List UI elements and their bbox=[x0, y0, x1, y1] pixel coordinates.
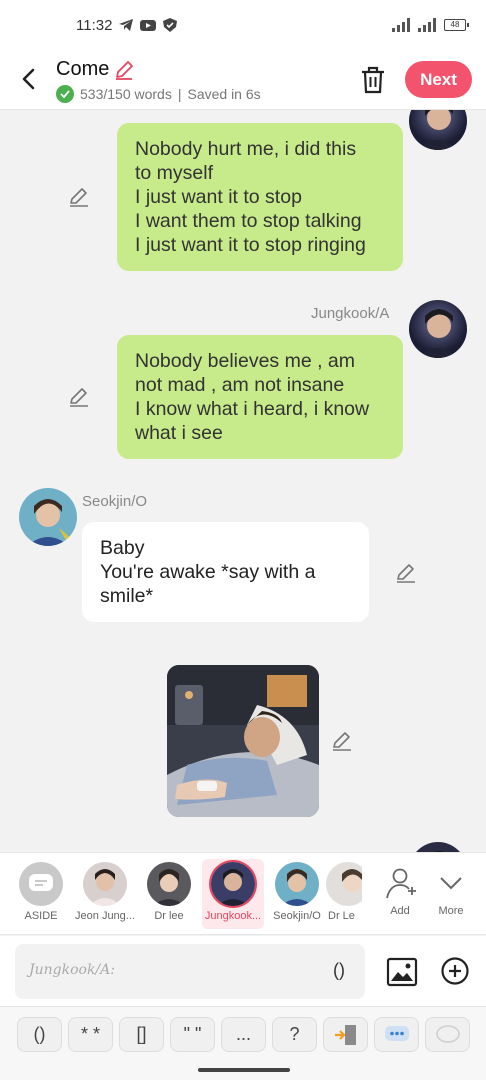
speaker-name: Seokjin/O bbox=[82, 493, 148, 510]
character-avatar bbox=[147, 862, 191, 906]
paren-button[interactable]: () bbox=[333, 960, 345, 981]
character-name: Jeon Jung... bbox=[75, 910, 135, 922]
character-name: Jungkook... bbox=[204, 910, 262, 922]
message-line: I just want it to stop bbox=[135, 186, 302, 208]
shortcut-brackets[interactable]: [] bbox=[119, 1017, 164, 1052]
word-count: 533/150 words bbox=[80, 86, 172, 102]
edit-pencil-icon[interactable] bbox=[68, 186, 90, 208]
image-icon[interactable] bbox=[386, 956, 418, 988]
character-jungkook-a[interactable]: Jungkook... bbox=[202, 859, 264, 929]
thought-bubble-icon bbox=[435, 1025, 460, 1043]
character-selector: ASIDE Jeon Jung... Dr lee Jungkook... Se… bbox=[0, 852, 486, 935]
chat-area[interactable]: Nobody hurt me, i did this to myself I j… bbox=[0, 110, 486, 852]
message-line: I know what i heard, i know bbox=[135, 398, 370, 420]
shortcut-asterisks[interactable]: * * bbox=[68, 1017, 113, 1052]
message-line: Nobody believes me , am bbox=[135, 350, 356, 372]
add-circle-icon[interactable] bbox=[440, 956, 470, 986]
chevron-down-icon bbox=[440, 877, 462, 890]
speech-dots-icon bbox=[384, 1026, 409, 1041]
character-seokjin-o[interactable]: Seokjin/O bbox=[266, 859, 328, 929]
character-avatar bbox=[275, 862, 319, 906]
signal-icon-2 bbox=[418, 18, 436, 32]
more-characters-button[interactable]: More bbox=[420, 859, 482, 929]
status-time: 11:32 bbox=[76, 16, 113, 34]
status-bar: 11:32 48 bbox=[0, 0, 486, 50]
message-bubble[interactable]: Nobody hurt me, i did this to myself I j… bbox=[117, 123, 403, 271]
character-dr-lee-2[interactable]: Dr Le bbox=[322, 859, 362, 929]
avatar-jungkook[interactable] bbox=[409, 300, 467, 358]
check-icon bbox=[56, 85, 74, 103]
shortcut-question[interactable]: ? bbox=[272, 1017, 317, 1052]
message-line: I want them to stop talking bbox=[135, 210, 362, 232]
speaker-name: Jungkook/A bbox=[311, 305, 390, 322]
edit-pencil-icon[interactable] bbox=[395, 562, 417, 584]
character-avatar bbox=[83, 862, 127, 906]
edit-pencil-icon[interactable] bbox=[68, 386, 90, 408]
message-line: I just want it to stop ringing bbox=[135, 234, 366, 256]
character-name: Dr lee bbox=[154, 910, 184, 922]
message-bubble[interactable]: Nobody believes me , am not mad , am not… bbox=[117, 335, 403, 459]
youtube-icon bbox=[140, 20, 157, 31]
story-title-text: Come bbox=[56, 58, 110, 80]
signal-icon bbox=[392, 18, 410, 32]
message-line: what i see bbox=[135, 422, 223, 444]
back-arrow-icon[interactable] bbox=[14, 64, 44, 94]
chat-bubble-icon bbox=[29, 874, 53, 891]
shortcut-quotes[interactable]: " " bbox=[170, 1017, 215, 1052]
message-line: Baby bbox=[100, 537, 145, 559]
message-line: to myself bbox=[135, 162, 214, 184]
shortcut-parens[interactable]: () bbox=[17, 1017, 62, 1052]
shield-icon bbox=[163, 18, 178, 32]
add-person-icon bbox=[386, 868, 416, 899]
message-line: You're awake *say with a bbox=[100, 561, 316, 583]
saved-status: Saved in 6s bbox=[187, 86, 261, 102]
avatar-jungkook[interactable] bbox=[409, 842, 467, 852]
character-name: Dr Le bbox=[328, 910, 355, 922]
title-block: Come 533/150 words | Saved in 6s bbox=[56, 58, 261, 103]
separator: | bbox=[177, 86, 182, 102]
trash-icon[interactable] bbox=[358, 64, 388, 96]
exit-door-icon bbox=[334, 1025, 356, 1045]
battery-icon: 48 bbox=[444, 19, 469, 31]
avatar-jungkook[interactable] bbox=[409, 110, 467, 150]
aside-avatar bbox=[19, 862, 63, 906]
input-row: Jungkook/A: () bbox=[0, 936, 486, 1006]
next-button[interactable]: Next bbox=[405, 61, 472, 98]
story-title[interactable]: Come bbox=[56, 58, 261, 81]
telegram-icon bbox=[119, 19, 134, 31]
pencil-icon[interactable] bbox=[113, 59, 135, 81]
character-aside[interactable]: ASIDE bbox=[10, 859, 72, 929]
shortcut-ellipsis[interactable]: ... bbox=[221, 1017, 266, 1052]
story-image[interactable] bbox=[167, 665, 319, 817]
home-indicator bbox=[198, 1068, 290, 1072]
character-name: Seokjin/O bbox=[273, 910, 321, 922]
message-line: not mad , am not insane bbox=[135, 374, 345, 396]
character-jeon-jungkook[interactable]: Jeon Jung... bbox=[74, 859, 136, 929]
message-line: smile* bbox=[100, 585, 154, 607]
avatar-seokjin[interactable] bbox=[19, 488, 77, 546]
message-line: Nobody hurt me, i did this bbox=[135, 138, 357, 160]
shortcut-speech[interactable] bbox=[374, 1017, 419, 1052]
edit-pencil-icon[interactable] bbox=[331, 730, 353, 752]
character-avatar bbox=[326, 862, 362, 906]
shortcut-exit[interactable] bbox=[323, 1017, 368, 1052]
more-label: More bbox=[438, 905, 464, 917]
message-bubble[interactable]: Baby You're awake *say with a smile* bbox=[82, 522, 369, 622]
input-placeholder: Jungkook/A: bbox=[29, 962, 115, 978]
character-dr-lee[interactable]: Dr lee bbox=[138, 859, 200, 929]
editor-header: Come 533/150 words | Saved in 6s Next bbox=[0, 50, 486, 110]
character-name: ASIDE bbox=[24, 910, 58, 922]
character-avatar bbox=[211, 862, 255, 906]
message-input[interactable]: Jungkook/A: () bbox=[15, 944, 365, 999]
shortcut-thought[interactable] bbox=[425, 1017, 470, 1052]
save-status: 533/150 words | Saved in 6s bbox=[56, 85, 261, 103]
